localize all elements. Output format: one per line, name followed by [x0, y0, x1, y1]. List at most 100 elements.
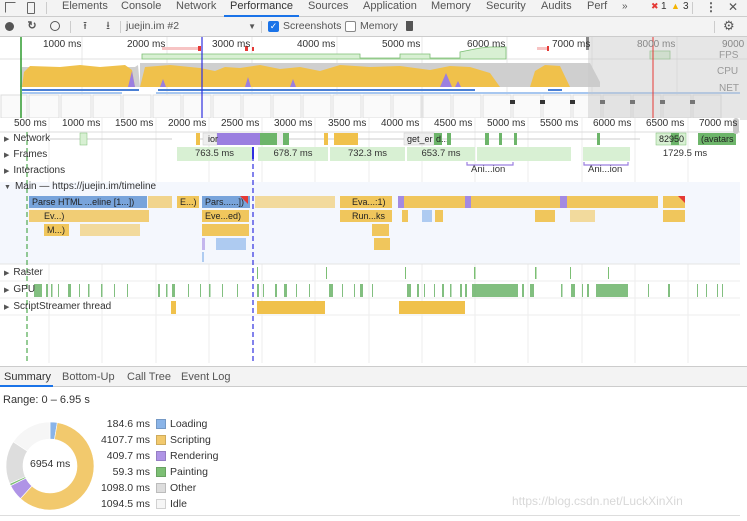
settings-gear-icon[interactable]: ⚙ [723, 18, 735, 34]
download-profile-icon[interactable]: ⭳ [102, 20, 114, 32]
reload-record-icon[interactable]: ↻ [26, 20, 38, 32]
interaction-label[interactable]: Ani...ion [588, 164, 622, 175]
legend-row-idle: 1094.5 ms Idle [100, 497, 210, 511]
network-request-label[interactable]: (avatars [698, 133, 736, 145]
network-request [334, 133, 358, 145]
timeline-tick: 500 ms [14, 118, 47, 129]
inspect-element-icon[interactable] [5, 2, 16, 13]
performance-toolbar: ↻ ⭱ ⭳ juejin.im #2 ▼ ✓ Screenshots Memor… [0, 17, 747, 37]
legend-name: Scripting [170, 434, 211, 446]
frame[interactable] [583, 147, 630, 161]
main-event-label[interactable]: Eve...ed) [202, 210, 249, 222]
frame[interactable]: 732.3 ms [330, 147, 405, 161]
network-request-label[interactable]: get_er [404, 133, 434, 145]
tab-security[interactable]: Security [486, 0, 526, 17]
expand-triangle-icon[interactable]: ▶ [4, 149, 9, 163]
tab-application[interactable]: Application [363, 0, 417, 17]
overview-canvas [0, 37, 747, 120]
expand-triangle-icon[interactable]: ▶ [4, 133, 9, 147]
main-event-label[interactable]: M...) [44, 224, 69, 236]
flame-chart[interactable]: 500 ms 1000 ms 1500 ms 2000 ms 2500 ms 3… [0, 118, 740, 363]
details-tab-bar: Summary Bottom-Up Call Tree Event Log [0, 366, 747, 387]
frame[interactable]: 1729.5 ms [640, 147, 730, 161]
frame[interactable]: 763.5 ms [177, 147, 252, 161]
network-request [447, 133, 451, 145]
tab-network[interactable]: Network [176, 0, 216, 17]
tab-audits[interactable]: Audits [541, 0, 572, 17]
legend-value: 59.3 ms [112, 466, 150, 478]
warning-count[interactable]: 3 [683, 1, 689, 12]
main-event-label[interactable]: Run...ks [349, 210, 392, 222]
script-streamer-event [171, 301, 176, 314]
recording-select-value: juejin.im #2 [126, 20, 180, 32]
tab-console[interactable]: Console [121, 0, 161, 17]
timeline-tick: 1500 ms [115, 118, 154, 129]
main-event-label[interactable]: E...) [177, 196, 199, 208]
expand-triangle-icon[interactable]: ▶ [4, 165, 9, 179]
main-event-label[interactable]: Parse HTML ...eline [1...]) [29, 196, 147, 208]
timeline-overview[interactable]: 1000 ms 2000 ms 3000 ms 4000 ms 5000 ms … [0, 37, 747, 120]
frame[interactable]: 678.7 ms [258, 147, 328, 161]
warning-icon[interactable]: ▲ [671, 1, 680, 11]
legend-name: Idle [170, 498, 187, 510]
device-toolbar-icon[interactable] [27, 2, 35, 14]
summary-legend: 184.6 ms Loading 4107.7 ms Scripting 409.7… [0, 417, 260, 517]
legend-value: 4107.7 ms [100, 434, 150, 446]
network-request-label[interactable]: ior [205, 133, 219, 145]
frame[interactable]: 653.7 ms [407, 147, 475, 161]
network-request-label[interactable]: 82950 [656, 133, 686, 145]
clear-icon[interactable] [50, 21, 60, 31]
expand-triangle-icon[interactable]: ▶ [4, 267, 9, 281]
tab-performance[interactable]: Performance [224, 0, 299, 17]
recording-select[interactable]: juejin.im #2 ▼ [126, 19, 258, 34]
tab-bottom-up[interactable]: Bottom-Up [62, 371, 115, 383]
timeline-tick: 3500 ms [328, 118, 367, 129]
divider [692, 2, 693, 14]
bottom-divider [0, 515, 740, 516]
main-event-label[interactable]: Eva...:1) [349, 196, 392, 208]
collect-garbage-icon[interactable] [406, 21, 413, 31]
overview-tick: 7000 ms [552, 39, 591, 50]
tab-call-tree[interactable]: Call Tree [127, 371, 171, 383]
net-lane-label: NET [719, 83, 739, 94]
more-tabs-button[interactable]: » [622, 0, 628, 17]
upload-profile-icon[interactable]: ⭱ [79, 20, 91, 32]
expand-triangle-icon[interactable]: ▶ [4, 301, 9, 315]
timeline-tick: 3000 ms [274, 118, 313, 129]
record-button[interactable] [5, 22, 14, 31]
script-streamer-event [257, 301, 325, 314]
tab-memory[interactable]: Memory [431, 0, 471, 17]
main-event-label[interactable]: Pars......]) [202, 196, 250, 208]
legend-swatch [156, 451, 166, 461]
kebab-menu-icon[interactable]: ⋮ [705, 0, 717, 14]
main-event-label[interactable]: Ev...) [41, 210, 71, 222]
close-icon[interactable]: ✕ [728, 0, 738, 14]
screenshots-label[interactable]: Screenshots [283, 20, 341, 32]
devtools-tab-bar: Elements Console Network Performance Sou… [0, 0, 747, 17]
network-request [283, 133, 289, 145]
screenshots-checkbox[interactable]: ✓ [268, 21, 279, 32]
tab-perf[interactable]: Perf [587, 0, 607, 17]
tab-event-log[interactable]: Event Log [181, 371, 231, 383]
frame-marker [252, 147, 254, 159]
error-count[interactable]: 1 [661, 1, 667, 12]
overview-tick: 6000 ms [467, 39, 506, 50]
legend-value: 1094.5 ms [100, 498, 150, 510]
frame[interactable] [477, 147, 571, 161]
network-request-label[interactable]: d... [433, 133, 447, 145]
tab-sources[interactable]: Sources [308, 0, 348, 17]
memory-label[interactable]: Memory [360, 20, 398, 32]
overview-tick: 8000 ms [637, 39, 676, 50]
tab-summary[interactable]: Summary [4, 371, 51, 383]
tab-elements[interactable]: Elements [62, 0, 108, 17]
expand-triangle-icon[interactable]: ▶ [4, 284, 9, 298]
memory-checkbox[interactable] [345, 21, 356, 32]
interaction-label[interactable]: Ani...ion [471, 164, 505, 175]
overview-tick: 4000 ms [297, 39, 336, 50]
network-request [324, 133, 328, 145]
error-icon[interactable]: ✖ [651, 1, 659, 12]
active-tab-indicator [0, 385, 53, 387]
summary-range: Range: 0 – 6.95 s [3, 394, 90, 406]
legend-name: Other [170, 482, 197, 494]
collapse-triangle-icon[interactable]: ▼ [4, 181, 11, 195]
